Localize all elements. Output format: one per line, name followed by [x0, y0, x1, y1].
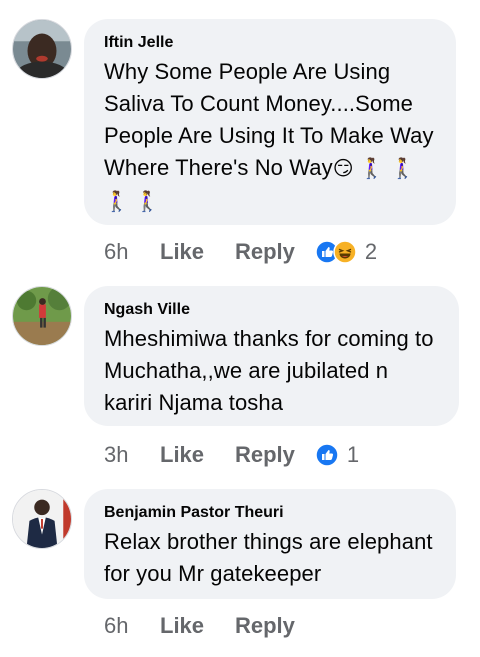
comment-bubble: Iftin Jelle Why Some People Are Using Sa…	[84, 19, 456, 225]
reaction-count: 1	[346, 442, 360, 467]
avatar[interactable]	[12, 286, 72, 346]
reaction-summary[interactable]: 1	[315, 442, 359, 468]
comment-actions: 6h Like Reply	[104, 611, 315, 641]
comment-text: Why Some People Are Using Saliva To Coun…	[104, 56, 438, 218]
comment-bubble: Ngash Ville Mheshimiwa thanks for coming…	[84, 286, 459, 426]
reply-button[interactable]: Reply	[235, 613, 295, 639]
comment-body: Mheshimiwa thanks for coming to Muchatha…	[104, 326, 434, 415]
reaction-summary[interactable]: 2	[315, 239, 377, 265]
comment-timestamp[interactable]: 6h	[104, 239, 160, 265]
reply-button[interactable]: Reply	[235, 239, 295, 265]
comment-bubble: Benjamin Pastor Theuri Relax brother thi…	[84, 489, 456, 599]
like-button[interactable]: Like	[160, 442, 235, 468]
avatar[interactable]	[12, 19, 72, 79]
comment-actions: 6h Like Reply 2	[104, 237, 377, 267]
comment-actions: 3h Like Reply 1	[104, 440, 359, 470]
comment-author[interactable]: Iftin Jelle	[104, 33, 438, 53]
comment-timestamp[interactable]: 3h	[104, 442, 160, 468]
avatar[interactable]	[12, 489, 72, 549]
haha-icon	[333, 240, 357, 264]
reply-button[interactable]: Reply	[235, 442, 295, 468]
like-button[interactable]: Like	[160, 239, 235, 265]
comment-body: Relax brother things are elephant for yo…	[104, 529, 433, 586]
reaction-count: 2	[364, 239, 378, 264]
like-icon	[315, 443, 339, 467]
comment-author[interactable]: Ngash Ville	[104, 300, 441, 320]
like-button[interactable]: Like	[160, 613, 235, 639]
comment-timestamp[interactable]: 6h	[104, 613, 160, 639]
comment-author[interactable]: Benjamin Pastor Theuri	[104, 503, 438, 523]
